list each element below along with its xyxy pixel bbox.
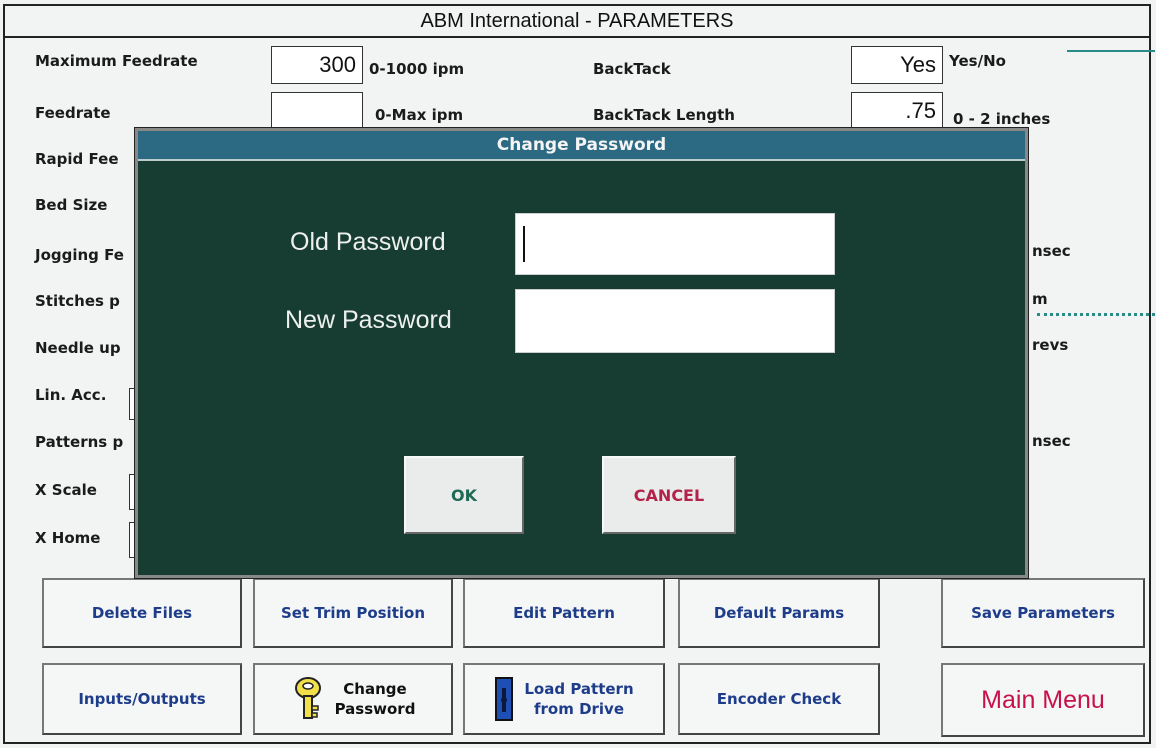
label-feedrate: Feedrate bbox=[35, 104, 111, 122]
set-trim-position-button[interactable]: Set Trim Position bbox=[253, 578, 453, 648]
label-patterns-per: Patterns p bbox=[35, 433, 124, 451]
change-password-dialog: Change Password Old Password New Passwor… bbox=[135, 128, 1028, 578]
default-params-button[interactable]: Default Params bbox=[678, 578, 880, 648]
text-caret bbox=[523, 226, 525, 262]
change-password-button[interactable]: Change Password bbox=[253, 663, 453, 735]
label-backtack-length: BackTack Length bbox=[593, 106, 735, 124]
load-pattern-line2: from Drive bbox=[533, 700, 625, 718]
change-password-label: Change Password bbox=[335, 679, 416, 719]
edit-pattern-button[interactable]: Edit Pattern bbox=[463, 578, 665, 648]
label-x-scale: X Scale bbox=[35, 481, 97, 499]
backtack-field[interactable]: Yes bbox=[851, 46, 943, 84]
load-pattern-label: Load Pattern from Drive bbox=[524, 679, 633, 719]
dotted-divider bbox=[1037, 313, 1155, 316]
ok-button[interactable]: OK bbox=[404, 456, 524, 534]
key-icon bbox=[291, 676, 325, 722]
label-bed-size: Bed Size bbox=[35, 196, 108, 214]
main-menu-button[interactable]: Main Menu bbox=[941, 663, 1145, 737]
change-password-line2: Password bbox=[334, 700, 416, 718]
divider-line bbox=[1067, 50, 1155, 52]
new-password-input[interactable] bbox=[515, 289, 835, 353]
label-lin-acc: Lin. Acc. bbox=[35, 386, 107, 404]
backtack-unit: Yes/No bbox=[949, 52, 1006, 70]
maximum-feedrate-unit: 0-1000 ipm bbox=[369, 60, 465, 78]
patterns-unit: nsec bbox=[1032, 432, 1071, 450]
feedrate-unit: 0-Max ipm bbox=[375, 106, 464, 124]
change-password-line1: Change bbox=[343, 680, 407, 698]
old-password-input[interactable] bbox=[515, 213, 835, 275]
stitches-unit: m bbox=[1032, 290, 1048, 308]
load-pattern-line1: Load Pattern bbox=[524, 680, 634, 698]
dialog-title: Change Password bbox=[138, 131, 1025, 161]
label-jogging-feedrate: Jogging Fe bbox=[35, 246, 124, 264]
save-parameters-button[interactable]: Save Parameters bbox=[941, 578, 1145, 648]
jogging-unit: nsec bbox=[1032, 242, 1071, 260]
new-password-label: New Password bbox=[285, 306, 452, 334]
needle-unit: revs bbox=[1032, 336, 1069, 354]
label-stitches-per: Stitches p bbox=[35, 292, 120, 310]
drive-icon bbox=[494, 676, 514, 722]
old-password-label: Old Password bbox=[290, 228, 446, 256]
label-needle-up: Needle up bbox=[35, 339, 121, 357]
backtack-length-field[interactable]: .75 bbox=[851, 92, 943, 130]
label-backtack: BackTack bbox=[593, 60, 671, 78]
encoder-check-button[interactable]: Encoder Check bbox=[678, 663, 880, 735]
label-rapid-feedrate: Rapid Fee bbox=[35, 150, 119, 168]
maximum-feedrate-field[interactable]: 300 bbox=[271, 46, 363, 84]
backtack-length-unit: 0 - 2 inches bbox=[953, 110, 1051, 128]
load-pattern-button[interactable]: Load Pattern from Drive bbox=[463, 663, 665, 735]
window-title: ABM International - PARAMETERS bbox=[5, 6, 1149, 38]
label-x-home: X Home bbox=[35, 529, 101, 547]
inputs-outputs-button[interactable]: Inputs/Outputs bbox=[42, 663, 242, 735]
cancel-button[interactable]: CANCEL bbox=[602, 456, 736, 534]
label-maximum-feedrate: Maximum Feedrate bbox=[35, 52, 198, 70]
delete-files-button[interactable]: Delete Files bbox=[42, 578, 242, 648]
